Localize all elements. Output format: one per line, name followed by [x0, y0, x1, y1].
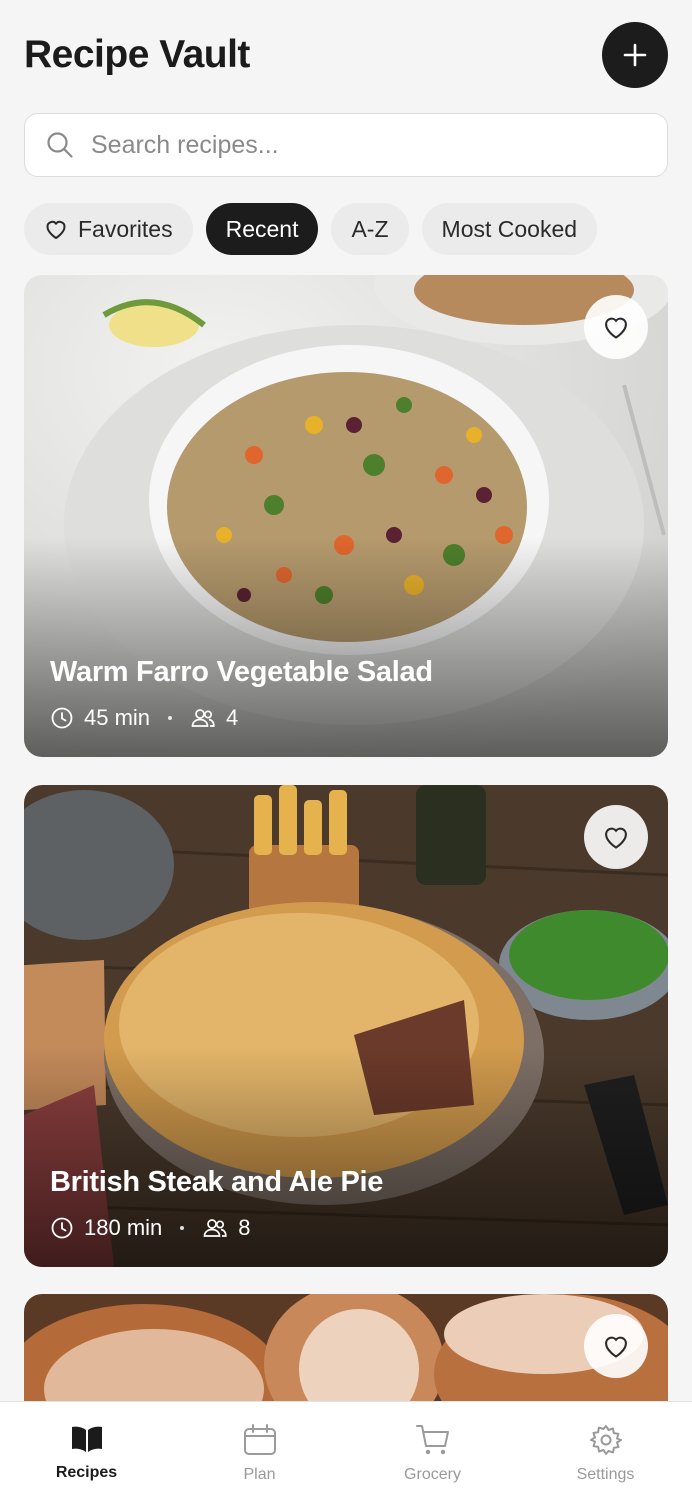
favorite-button[interactable]: [584, 805, 648, 869]
meta-separator: [168, 716, 173, 720]
plus-icon: [623, 43, 647, 67]
gear-icon: [589, 1425, 622, 1455]
meta-separator: [180, 1226, 185, 1230]
recipe-time: 45 min: [84, 705, 151, 730]
search-bar[interactable]: [24, 113, 668, 177]
tab-label: Settings: [576, 1466, 635, 1483]
tab-label: Plan: [243, 1466, 276, 1483]
recipe-meta: 45 min 4: [50, 705, 238, 731]
search-input[interactable]: [91, 130, 647, 160]
chip-label: A-Z: [351, 215, 389, 242]
favorite-button[interactable]: [584, 295, 648, 359]
chip-recent[interactable]: Recent: [205, 203, 319, 255]
heart-outline-icon: [605, 1336, 627, 1358]
app-title: Recipe Vault: [24, 33, 250, 76]
tab-grocery[interactable]: Grocery: [346, 1402, 519, 1502]
open-book-icon: [71, 1426, 102, 1452]
chip-most-cooked[interactable]: Most Cooked: [421, 203, 598, 255]
calendar-icon: [243, 1424, 276, 1455]
filter-chips: Favorites Recent A-Z Most Cooked: [24, 203, 598, 255]
people-icon: [203, 1219, 227, 1237]
heart-outline-icon: [605, 317, 627, 339]
recipe-card[interactable]: Warm Farro Vegetable Salad 45 min 4: [24, 275, 668, 757]
bottom-tab-bar: Recipes Plan Grocery Settings: [0, 1401, 692, 1502]
tab-label: Grocery: [404, 1466, 461, 1483]
recipe-servings: 4: [226, 705, 239, 730]
favorite-button[interactable]: [584, 1314, 648, 1378]
tab-recipes[interactable]: Recipes: [0, 1402, 173, 1502]
heart-outline-icon: [605, 827, 627, 849]
people-icon: [191, 709, 215, 727]
recipe-meta: 180 min 8: [50, 1215, 251, 1241]
chip-label: Most Cooked: [441, 215, 578, 242]
clock-icon: [51, 1217, 73, 1239]
recipe-title: Warm Farro Vegetable Salad: [50, 656, 433, 688]
recipe-title: British Steak and Ale Pie: [50, 1166, 384, 1198]
chip-label: Recent: [225, 215, 299, 242]
tab-label: Recipes: [55, 1464, 118, 1481]
heart-outline-icon: [46, 220, 66, 240]
add-recipe-button[interactable]: [602, 22, 668, 88]
tab-plan[interactable]: Plan: [173, 1402, 346, 1502]
search-icon: [47, 132, 73, 158]
recipe-card[interactable]: British Steak and Ale Pie 180 min 8: [24, 785, 668, 1267]
chip-label: Favorites: [78, 215, 173, 242]
recipe-servings: 8: [238, 1215, 251, 1240]
clock-icon: [51, 707, 73, 729]
shopping-cart-icon: [415, 1425, 449, 1455]
chip-a-z[interactable]: A-Z: [331, 203, 409, 255]
app-header: Recipe Vault: [24, 22, 668, 88]
tab-settings[interactable]: Settings: [519, 1402, 692, 1502]
recipe-time: 180 min: [84, 1215, 163, 1240]
chip-favorites[interactable]: Favorites: [24, 203, 193, 255]
